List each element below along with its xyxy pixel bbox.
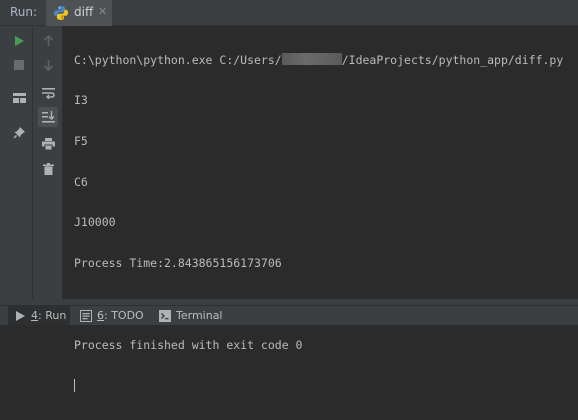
tab-label: diff [74, 5, 94, 19]
pin-icon [13, 126, 26, 139]
tool-tab-mnemonic: 6 [97, 309, 104, 322]
rerun-button[interactable] [9, 31, 29, 51]
soft-wrap-icon [41, 87, 55, 99]
layout-icon [12, 92, 26, 104]
command-line: C:\python\python.exe C:/Users/ /IdeaProje… [74, 53, 563, 67]
arrow-up-icon [43, 35, 54, 47]
output-line: J10000 [74, 215, 116, 230]
next-occurrence-button[interactable] [38, 55, 58, 75]
exit-message: Process finished with exit code 0 [74, 337, 303, 352]
tool-tab-mnemonic: 4 [31, 309, 38, 322]
close-icon[interactable]: ✕ [98, 5, 107, 18]
run-toolbar-secondary [33, 26, 63, 299]
clear-all-button[interactable] [38, 159, 58, 179]
run-toolbar-primary [6, 26, 33, 299]
run-icon [14, 310, 26, 322]
stop-button[interactable] [9, 55, 29, 75]
print-button[interactable] [38, 134, 58, 154]
restore-layout-button[interactable] [9, 88, 29, 108]
output-line: C6 [74, 174, 88, 189]
python-icon [53, 5, 69, 21]
tool-tab-todo[interactable]: 6: TODO [80, 306, 144, 325]
tool-tab-label: Terminal [176, 309, 223, 322]
output-line: I3 [74, 92, 88, 107]
previous-occurrence-button[interactable] [38, 31, 58, 51]
todo-icon [80, 309, 92, 322]
command-prefix: C:\python\python.exe C:/Users/ [74, 53, 282, 68]
output-line: Process Time:2.843865156173706 [74, 256, 282, 271]
tool-tab-terminal[interactable]: Terminal [159, 306, 223, 325]
trash-icon [42, 163, 54, 175]
scroll-to-end-button[interactable] [38, 107, 58, 127]
pin-tab-button[interactable] [9, 122, 29, 142]
command-suffix: /IdeaProjects/python_app/diff.py [341, 53, 564, 68]
terminal-icon [159, 309, 171, 322]
redacted-username [281, 53, 342, 66]
tool-tab-label: : TODO [104, 309, 144, 322]
scroll-to-end-icon [41, 111, 55, 123]
soft-wrap-button[interactable] [38, 83, 58, 103]
output-line: F5 [74, 133, 88, 148]
printer-icon [41, 138, 55, 150]
text-cursor [74, 379, 75, 393]
stop-icon [14, 60, 24, 70]
arrow-down-icon [43, 59, 54, 71]
console-output[interactable]: C:\python\python.exe C:/Users/ /IdeaProje… [64, 26, 578, 393]
play-icon [13, 35, 25, 47]
tab-diff[interactable]: diff ✕ [46, 0, 112, 26]
tool-tab-run[interactable]: 4: Run [8, 306, 70, 325]
tool-tab-label: : Run [38, 309, 67, 322]
run-label: Run: [10, 5, 38, 19]
run-tool-window-header: Run: diff ✕ [0, 0, 578, 26]
tool-window-bar: 4: Run 6: TODO Terminal [0, 305, 578, 325]
